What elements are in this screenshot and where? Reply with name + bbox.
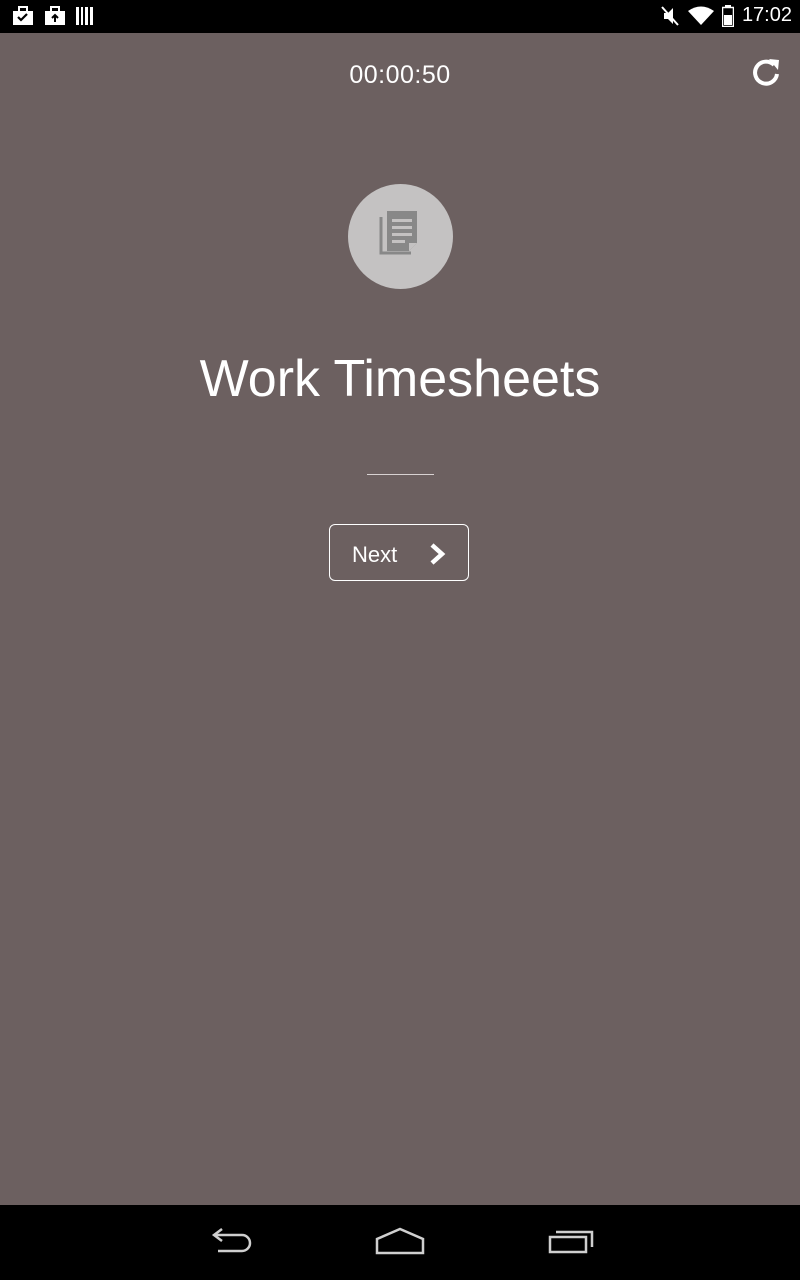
recents-button[interactable]: [536, 1223, 606, 1263]
page-title: Work Timesheets: [199, 350, 601, 408]
status-bar: 17:02: [0, 0, 800, 33]
system-icons: 17:02: [660, 4, 792, 27]
app-icon-circle: [348, 184, 453, 289]
mute-icon: [660, 5, 680, 27]
notification-icons: [12, 5, 94, 27]
home-icon: [374, 1227, 426, 1260]
back-button[interactable]: [195, 1223, 265, 1263]
briefcase-upload-icon: [44, 5, 66, 27]
battery-icon: [721, 4, 734, 27]
barcode-icon: [76, 6, 94, 26]
refresh-button[interactable]: [746, 55, 786, 95]
briefcase-check-icon: [12, 5, 34, 27]
documents-icon: [374, 207, 428, 266]
back-icon: [206, 1227, 254, 1260]
next-button-label: Next: [352, 542, 398, 567]
divider: [367, 474, 434, 475]
app-screen: 00:00:50 Work Timesheets Next: [0, 33, 800, 1205]
refresh-icon: [748, 55, 784, 96]
status-time: 17:02: [741, 4, 792, 26]
elapsed-timer: 00:00:50: [349, 61, 451, 89]
recents-icon: [547, 1227, 595, 1260]
wifi-icon: [687, 6, 714, 26]
navigation-bar: [0, 1205, 800, 1280]
next-button[interactable]: Next: [329, 524, 469, 581]
home-button[interactable]: [365, 1223, 435, 1263]
chevron-right-icon: [429, 542, 447, 571]
